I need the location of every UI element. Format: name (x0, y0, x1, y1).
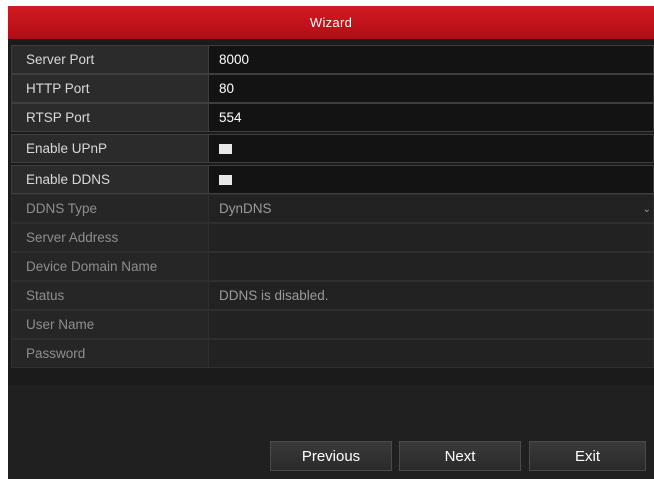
password-row: Password (11, 339, 654, 368)
wizard-title-bar: Wizard (8, 6, 654, 39)
enable-ddns-checkbox[interactable] (219, 174, 232, 185)
http-port-field[interactable]: 80 (208, 74, 654, 103)
rtsp-port-row: RTSP Port 554 (11, 103, 654, 132)
server-port-field[interactable]: 8000 (208, 45, 654, 74)
server-address-label: Server Address (11, 223, 208, 252)
ddns-type-label: DDNS Type (11, 194, 208, 223)
exit-button[interactable]: Exit (529, 441, 646, 471)
server-port-label: Server Port (11, 45, 208, 74)
rtsp-port-field[interactable]: 554 (208, 103, 654, 132)
user-name-row: User Name (11, 310, 654, 339)
status-value: DDNS is disabled. (208, 281, 654, 310)
server-address-field[interactable] (208, 223, 654, 252)
ddns-type-row: DDNS Type DynDNS ⌄ (11, 194, 654, 223)
password-field[interactable] (208, 339, 654, 368)
ddns-type-select[interactable]: DynDNS ⌄ (208, 194, 654, 223)
window-title: Wizard (309, 15, 353, 30)
rtsp-port-label: RTSP Port (11, 103, 208, 132)
device-domain-name-label: Device Domain Name (11, 252, 208, 281)
status-row: Status DDNS is disabled. (11, 281, 654, 310)
next-button[interactable]: Next (399, 441, 521, 471)
enable-ddns-row: Enable DDNS (11, 165, 654, 194)
enable-upnp-cell (208, 134, 654, 163)
server-port-row: Server Port 8000 (11, 45, 654, 74)
http-port-row: HTTP Port 80 (11, 74, 654, 103)
enable-upnp-row: Enable UPnP (11, 134, 654, 163)
http-port-label: HTTP Port (11, 74, 208, 103)
server-address-row: Server Address (11, 223, 654, 252)
status-label: Status (11, 281, 208, 310)
device-domain-name-row: Device Domain Name (11, 252, 654, 281)
ddns-type-value: DynDNS (219, 201, 272, 216)
network-settings-form: Server Port 8000 HTTP Port 80 RTSP Port … (11, 45, 654, 368)
enable-ddns-label: Enable DDNS (11, 165, 208, 194)
user-name-field[interactable] (208, 310, 654, 339)
chevron-down-icon: ⌄ (642, 204, 651, 215)
enable-ddns-cell (208, 165, 654, 194)
wizard-window: Wizard Server Port 8000 HTTP Port 80 RTS… (8, 6, 654, 479)
user-name-label: User Name (11, 310, 208, 339)
enable-upnp-checkbox[interactable] (219, 143, 232, 154)
device-domain-name-field[interactable] (208, 252, 654, 281)
previous-button[interactable]: Previous (270, 441, 392, 471)
password-label: Password (11, 339, 208, 368)
enable-upnp-label: Enable UPnP (11, 134, 208, 163)
